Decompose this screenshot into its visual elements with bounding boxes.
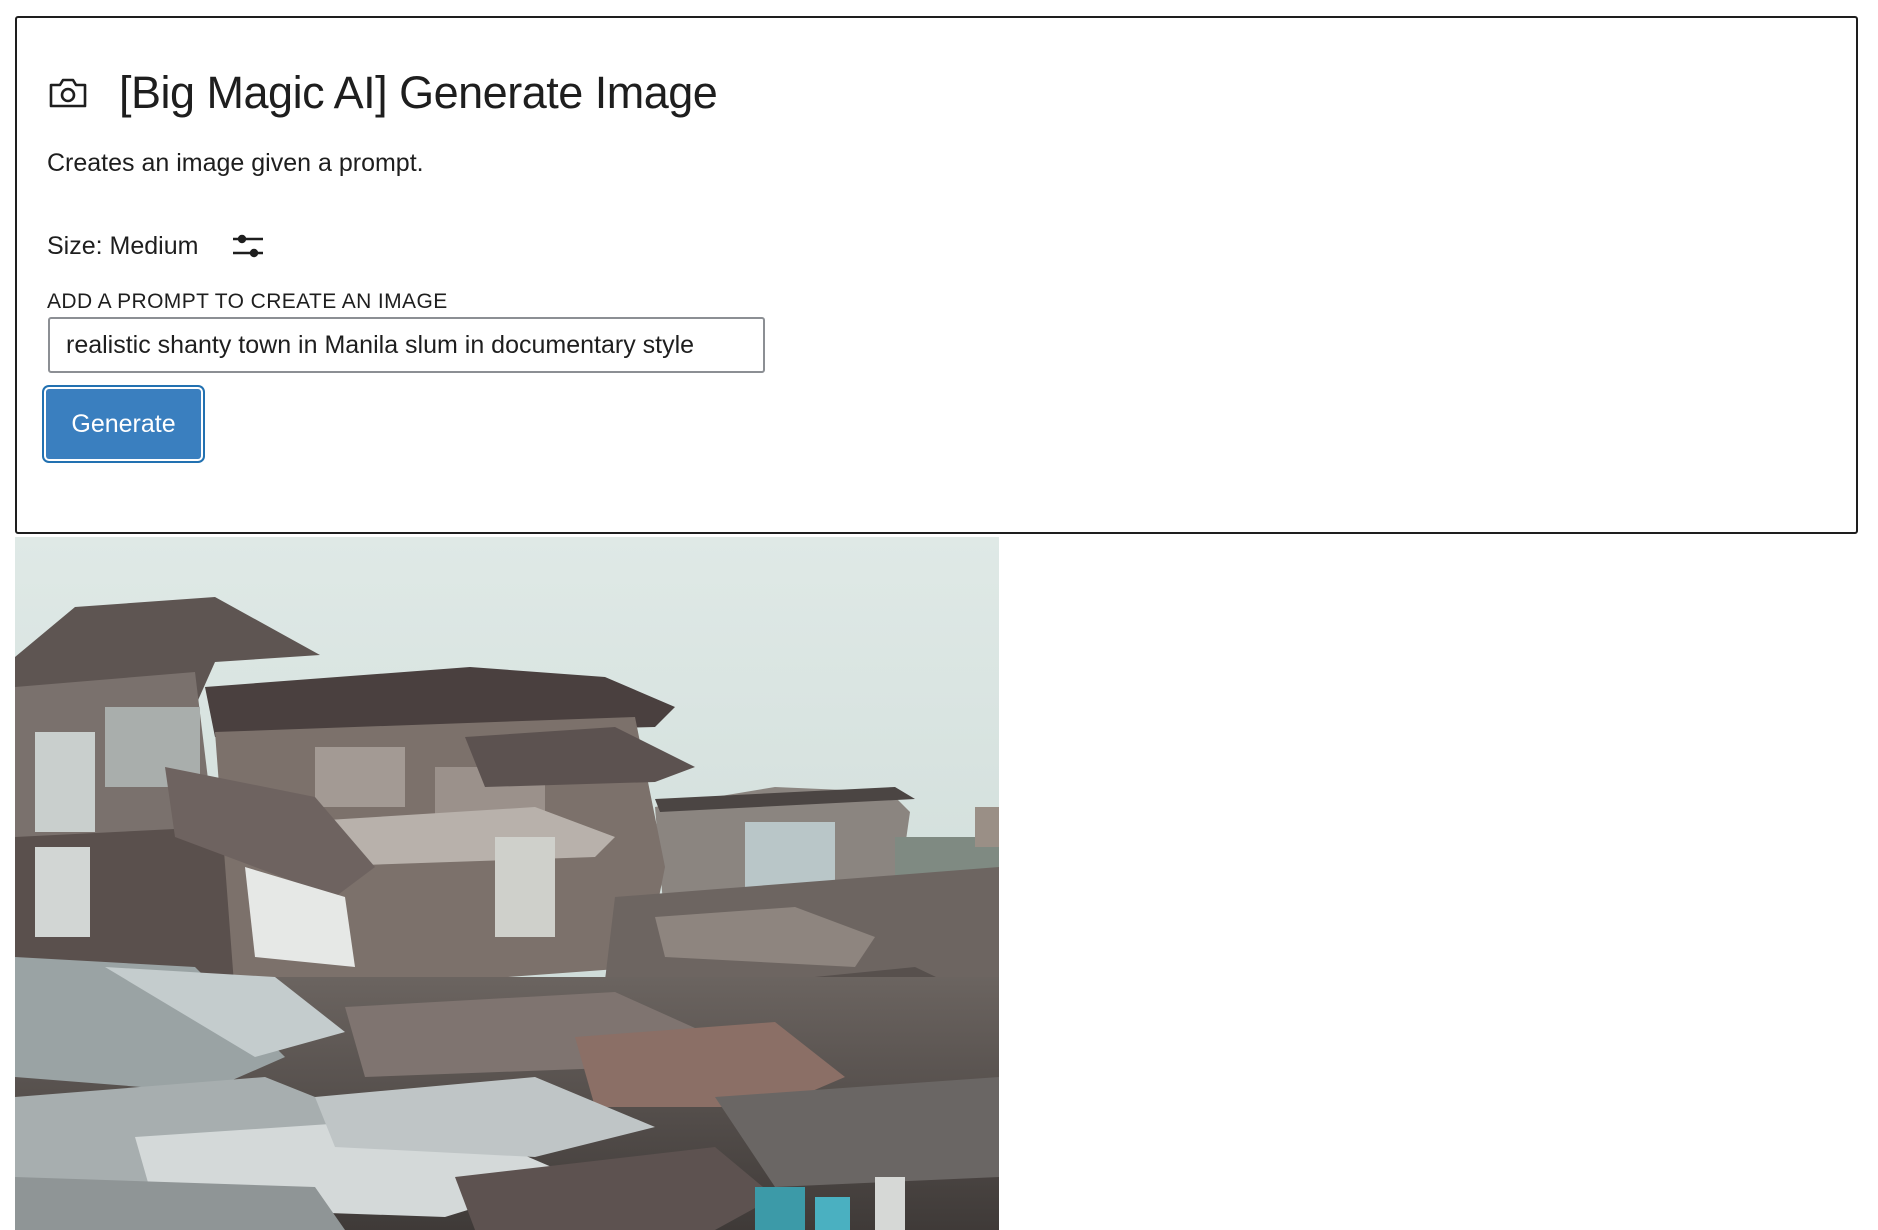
size-label: Size: Medium — [47, 231, 199, 260]
prompt-input[interactable] — [48, 317, 765, 373]
camera-icon — [47, 75, 89, 111]
generate-button[interactable]: Generate — [46, 389, 201, 459]
block-title: [Big Magic AI] Generate Image — [119, 67, 718, 118]
shanty-town-photo — [15, 537, 999, 1230]
generated-image — [15, 537, 999, 1230]
block-description: Creates an image given a prompt. — [47, 149, 424, 177]
sliders-icon — [233, 234, 264, 258]
block-header: [Big Magic AI] Generate Image — [47, 64, 718, 122]
size-settings-button[interactable] — [228, 226, 268, 266]
size-row: Size: Medium — [47, 226, 268, 266]
generate-image-block: [Big Magic AI] Generate Image Creates an… — [15, 16, 1858, 534]
prompt-label: ADD A PROMPT TO CREATE AN IMAGE — [47, 290, 448, 313]
